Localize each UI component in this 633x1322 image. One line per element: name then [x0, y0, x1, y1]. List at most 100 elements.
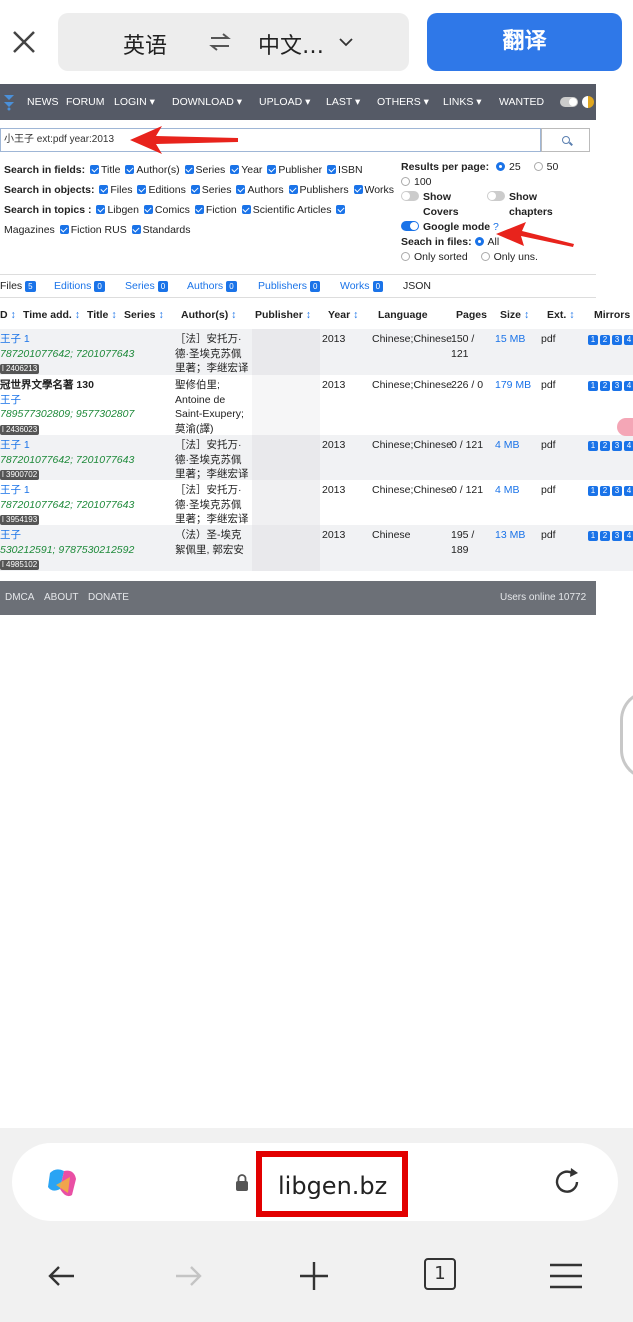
- tab-works[interactable]: Works 0: [340, 280, 384, 292]
- libgen-logo-icon[interactable]: [2, 93, 16, 111]
- checkbox[interactable]: [288, 185, 298, 194]
- checkbox[interactable]: [327, 165, 337, 174]
- tab-series[interactable]: Series 0: [125, 280, 169, 292]
- nav-login[interactable]: LOGIN ▾: [114, 96, 155, 108]
- col-pages: Pages: [456, 309, 487, 321]
- radio-25[interactable]: [496, 162, 506, 171]
- nav-wanted[interactable]: WANTED: [499, 96, 544, 108]
- radio-50[interactable]: [533, 162, 543, 171]
- tabs-button[interactable]: 1: [424, 1258, 456, 1290]
- show-chapters-switch[interactable]: [487, 191, 505, 201]
- col-id[interactable]: D ↕: [0, 309, 16, 321]
- col-year[interactable]: Year ↕: [328, 309, 358, 321]
- translate-button[interactable]: 翻译: [427, 13, 622, 71]
- size-link[interactable]: 4 MB: [495, 483, 520, 498]
- source-language[interactable]: 英语: [123, 28, 167, 60]
- radio-only-sorted[interactable]: [401, 252, 410, 261]
- radio-100[interactable]: [401, 177, 410, 186]
- checkbox[interactable]: [236, 185, 246, 194]
- tab-files[interactable]: Files 5: [0, 280, 36, 292]
- title-link[interactable]: 王子 1: [0, 438, 170, 453]
- checkbox[interactable]: [137, 185, 147, 194]
- nav-others[interactable]: OTHERS ▾: [377, 96, 429, 108]
- objects-row: Search in objects: Files Editions Series…: [4, 184, 395, 196]
- nav-forum[interactable]: FORUM: [66, 96, 105, 108]
- title-link[interactable]: 冠世界文學名著 130: [0, 378, 170, 393]
- col-publisher[interactable]: Publisher ↕: [255, 309, 311, 321]
- table-row: 王子 1 787201077642; 7201077643 l 2406213 ［法…: [0, 329, 633, 375]
- col-size[interactable]: Size ↕: [500, 309, 529, 321]
- nav-upload[interactable]: UPLOAD ▾: [259, 96, 310, 108]
- tab-publishers[interactable]: Publishers 0: [258, 280, 321, 292]
- search-input[interactable]: 小王子 ext:pdf year:2013: [0, 128, 541, 152]
- mirror-links[interactable]: 1234: [588, 438, 633, 453]
- mirror-links[interactable]: 1234: [588, 528, 633, 543]
- nav-news[interactable]: NEWS: [27, 96, 59, 108]
- nav-download[interactable]: DOWNLOAD ▾: [172, 96, 242, 108]
- footer-donate[interactable]: DONATE: [88, 592, 129, 603]
- checkbox[interactable]: [96, 205, 106, 214]
- menu-icon[interactable]: [548, 1258, 584, 1294]
- title-link[interactable]: 王子: [0, 528, 170, 543]
- address-bar[interactable]: libgen.bz: [12, 1143, 618, 1221]
- size-link[interactable]: 15 MB: [495, 332, 525, 347]
- search-row: 小王子 ext:pdf year:2013: [0, 128, 596, 152]
- mirror-links[interactable]: 1234: [588, 483, 633, 498]
- nav-links[interactable]: LINKS ▾: [443, 96, 482, 108]
- col-ext[interactable]: Ext. ↕: [547, 309, 574, 321]
- mirror-links[interactable]: 1234: [588, 378, 633, 393]
- close-icon[interactable]: [10, 28, 38, 56]
- checkbox[interactable]: [131, 225, 141, 234]
- reload-icon[interactable]: [550, 1165, 584, 1199]
- swap-languages-icon[interactable]: [208, 30, 232, 54]
- checkbox[interactable]: [59, 225, 69, 234]
- col-time[interactable]: Time add. ↕: [23, 309, 80, 321]
- checkbox[interactable]: [143, 205, 153, 214]
- show-covers-switch[interactable]: [401, 191, 419, 201]
- tab-authors[interactable]: Authors 0: [187, 280, 237, 292]
- top-nav: NEWS FORUM LOGIN ▾ DOWNLOAD ▾ UPLOAD ▾ L…: [0, 84, 596, 120]
- footer-dmca[interactable]: DMCA: [5, 592, 34, 603]
- checkbox[interactable]: [99, 185, 109, 194]
- result-tabs: Files 5 Editions 0 Series 0 Authors 0 Publis…: [0, 274, 596, 298]
- chevron-down-icon[interactable]: [339, 35, 353, 49]
- checkbox[interactable]: [241, 205, 251, 214]
- new-tab-icon[interactable]: [296, 1258, 332, 1294]
- radio-only-uns[interactable]: [480, 252, 490, 261]
- copilot-icon[interactable]: [42, 1163, 82, 1203]
- footer-about[interactable]: ABOUT: [44, 592, 78, 603]
- col-author[interactable]: Author(s) ↕: [181, 309, 236, 321]
- edge-swipe-handle[interactable]: [620, 690, 633, 780]
- checkbox[interactable]: [230, 165, 240, 174]
- title-link[interactable]: 王子 1: [0, 332, 170, 347]
- radio-all[interactable]: [474, 237, 484, 246]
- tab-json[interactable]: JSON: [403, 280, 431, 292]
- google-mode-switch[interactable]: [401, 221, 419, 231]
- theme-toggle[interactable]: [560, 97, 578, 107]
- checkbox[interactable]: [184, 165, 194, 174]
- back-icon[interactable]: [44, 1258, 80, 1294]
- language-selector[interactable]: 英语 中文…: [58, 13, 409, 71]
- checkbox[interactable]: [267, 165, 277, 174]
- tab-editions[interactable]: Editions 0: [54, 280, 105, 292]
- annotation-arrow-icon: [130, 126, 238, 154]
- floating-assistant-icon[interactable]: [617, 418, 633, 436]
- size-link[interactable]: 179 MB: [495, 378, 531, 393]
- checkbox[interactable]: [90, 165, 100, 174]
- size-link[interactable]: 4 MB: [495, 438, 520, 453]
- checkbox[interactable]: [353, 185, 363, 194]
- title-link[interactable]: 王子 1: [0, 483, 170, 498]
- search-button[interactable]: [541, 128, 590, 152]
- size-link[interactable]: 13 MB: [495, 528, 525, 543]
- col-series[interactable]: Series ↕: [124, 309, 164, 321]
- redacted-block: [252, 480, 320, 525]
- checkbox[interactable]: [190, 185, 200, 194]
- target-language[interactable]: 中文…: [258, 28, 324, 60]
- mirror-links[interactable]: 1234: [588, 332, 633, 347]
- checkbox[interactable]: [194, 205, 204, 214]
- col-title[interactable]: Title ↕: [87, 309, 117, 321]
- nav-last[interactable]: LAST ▾: [326, 96, 360, 108]
- checkbox[interactable]: [336, 205, 346, 214]
- forward-icon[interactable]: [170, 1258, 206, 1294]
- checkbox[interactable]: [125, 165, 135, 174]
